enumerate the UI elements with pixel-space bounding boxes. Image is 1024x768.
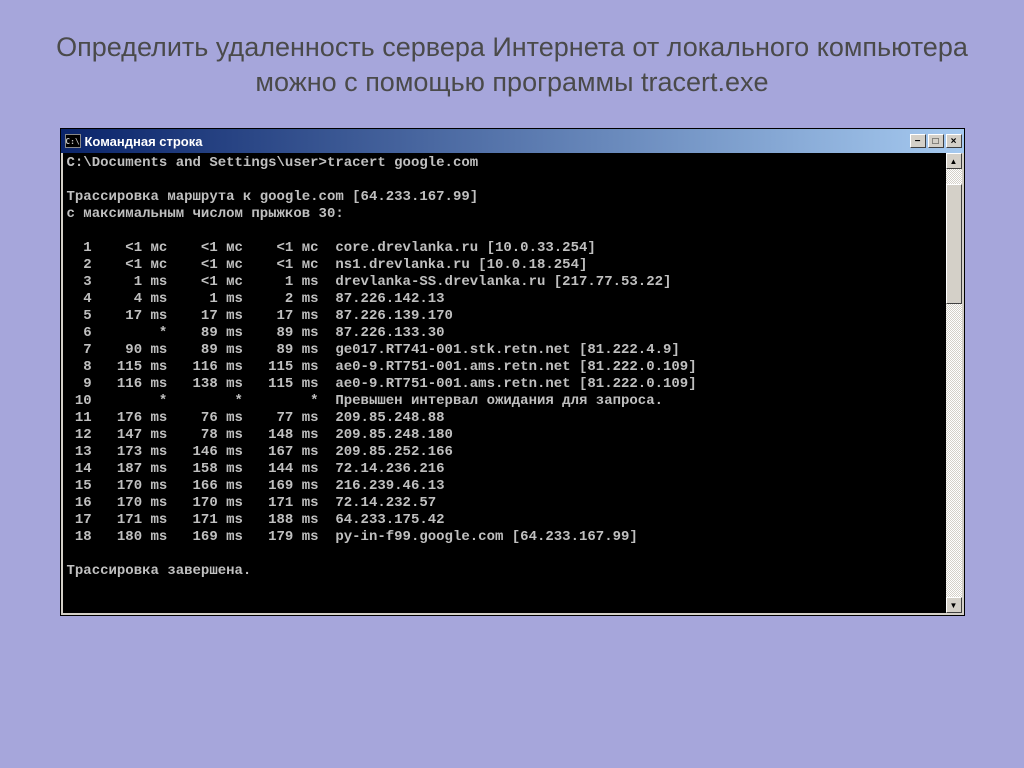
scroll-thumb[interactable] xyxy=(946,184,962,304)
cmd-icon: C:\ xyxy=(65,134,81,148)
titlebar[interactable]: C:\ Командная строка − □ × xyxy=(61,129,964,153)
scroll-track[interactable] xyxy=(946,169,962,597)
console-area: C:\Documents and Settings\user>tracert g… xyxy=(61,153,964,615)
minimize-button[interactable]: − xyxy=(910,134,926,148)
titlebar-left: C:\ Командная строка xyxy=(65,134,203,149)
slide-title: Определить удаленность сервера Интернета… xyxy=(40,30,984,100)
window-title: Командная строка xyxy=(85,134,203,149)
console-output[interactable]: C:\Documents and Settings\user>tracert g… xyxy=(63,153,946,613)
scroll-down-button[interactable]: ▼ xyxy=(946,597,962,613)
window-controls: − □ × xyxy=(910,134,962,148)
command-prompt-window: C:\ Командная строка − □ × C:\Documents … xyxy=(60,128,965,616)
vertical-scrollbar[interactable]: ▲ ▼ xyxy=(946,153,962,613)
maximize-button[interactable]: □ xyxy=(928,134,944,148)
scroll-up-button[interactable]: ▲ xyxy=(946,153,962,169)
close-button[interactable]: × xyxy=(946,134,962,148)
